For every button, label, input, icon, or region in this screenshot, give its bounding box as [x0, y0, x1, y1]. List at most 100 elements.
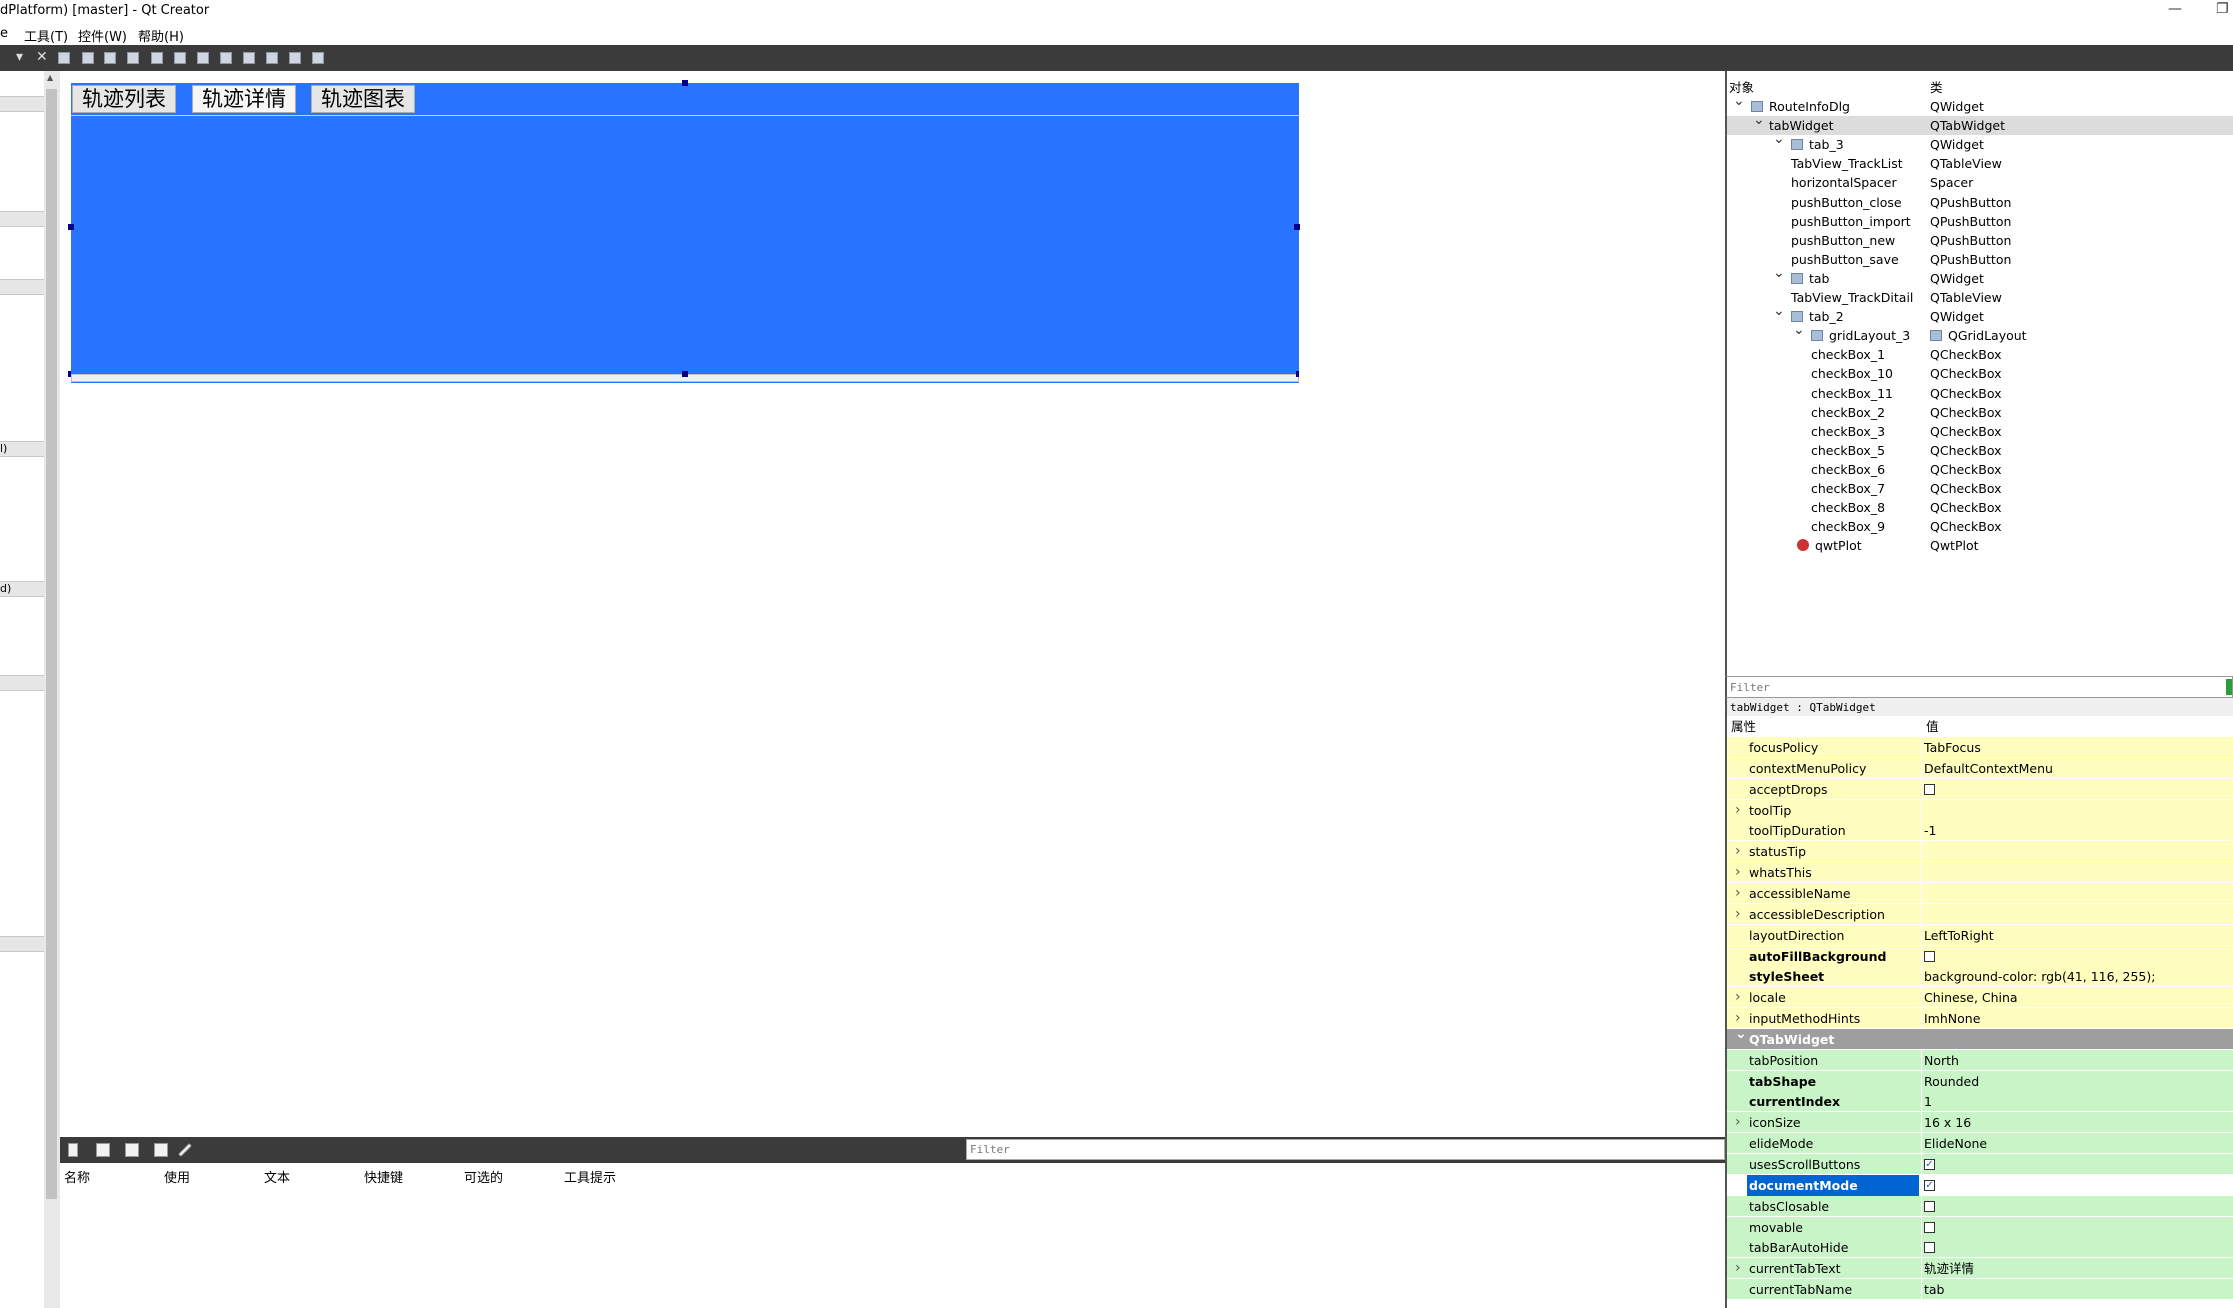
object-tree-row[interactable]: checkBox_7 QCheckBox	[1727, 479, 2233, 498]
property-row[interactable]: focusPolicy TabFocus	[1727, 737, 2233, 758]
property-row[interactable]: › accessibleDescription	[1727, 903, 2233, 925]
menu-item-help[interactable]: 帮助(H)	[138, 26, 184, 45]
menu-item-partial[interactable]: e	[0, 26, 8, 41]
object-tree-row[interactable]: qwtPlot QwtPlot	[1727, 536, 2233, 555]
layout-horizontal-icon[interactable]	[151, 52, 163, 64]
object-tree-row[interactable]: checkBox_5 QCheckBox	[1727, 441, 2233, 460]
chevron-down-icon[interactable]: ⌄	[1773, 130, 1785, 149]
settings-wrench-icon[interactable]	[177, 1142, 193, 1158]
property-value[interactable]: background-color: rgb(41, 116, 255);	[1924, 966, 2155, 987]
property-row[interactable]: tabBarAutoHide	[1727, 1237, 2233, 1259]
resize-handle[interactable]	[68, 224, 74, 230]
object-tree-row[interactable]: checkBox_6 QCheckBox	[1727, 460, 2233, 479]
property-value[interactable]: 16 x 16	[1924, 1112, 1971, 1133]
property-checkbox[interactable]	[1924, 783, 1935, 795]
chevron-right-icon[interactable]: ›	[1735, 862, 1741, 883]
break-layout-icon[interactable]	[289, 52, 301, 64]
scrollbar-thumb[interactable]	[46, 89, 57, 1199]
property-row[interactable]: currentIndex 1	[1727, 1091, 2233, 1113]
object-tree-row[interactable]: horizontalSpacer Spacer	[1727, 173, 2233, 192]
category-header[interactable]: d)	[0, 581, 44, 597]
tab-widget-body[interactable]	[71, 83, 1299, 383]
property-value[interactable]: ImhNone	[1924, 1008, 1980, 1029]
edit-widgets-icon[interactable]	[58, 52, 70, 64]
layout-vertical-icon[interactable]	[174, 52, 186, 64]
object-tree-row[interactable]: ⌄ tab QWidget	[1727, 265, 2233, 288]
category-header[interactable]	[0, 675, 44, 691]
column-header-used[interactable]: 使用	[164, 1167, 190, 1186]
property-row[interactable]: tabPosition North	[1727, 1049, 2233, 1071]
property-checkbox[interactable]	[1924, 1242, 1935, 1254]
chevron-right-icon[interactable]: ›	[1735, 904, 1741, 925]
property-row[interactable]: layoutDirection LeftToRight	[1727, 924, 2233, 946]
property-row[interactable]: tabsClosable	[1727, 1195, 2233, 1217]
category-header[interactable]: l)	[0, 441, 44, 457]
tab-track-chart[interactable]: 轨迹图表	[311, 85, 415, 113]
layout-grid-icon[interactable]	[243, 52, 255, 64]
property-value[interactable]: TabFocus	[1924, 737, 1981, 758]
dropdown-arrow-icon[interactable]: ▾	[16, 49, 23, 65]
property-row[interactable]: elideMode ElideNone	[1727, 1133, 2233, 1155]
layout-form-icon[interactable]	[266, 52, 278, 64]
menu-item-tools[interactable]: 工具(T)	[24, 26, 68, 45]
chevron-right-icon[interactable]: ›	[1735, 800, 1741, 821]
property-checkbox[interactable]	[1924, 950, 1935, 962]
object-tree-row[interactable]: checkBox_1 QCheckBox	[1727, 345, 2233, 364]
object-tree-row[interactable]: pushButton_close QPushButton	[1727, 193, 2233, 212]
resize-handle[interactable]	[1294, 224, 1300, 230]
object-tree-row[interactable]: checkBox_3 QCheckBox	[1727, 422, 2233, 441]
category-header[interactable]	[0, 211, 44, 227]
edit-signals-icon[interactable]	[82, 52, 94, 64]
edit-buddies-icon[interactable]	[104, 52, 116, 64]
property-row[interactable]: › locale Chinese, China	[1727, 987, 2233, 1009]
chevron-down-icon[interactable]: ⌄	[1753, 111, 1765, 130]
property-value[interactable]: DefaultContextMenu	[1924, 758, 2053, 779]
column-header-checkable[interactable]: 可选的	[464, 1167, 503, 1186]
property-value[interactable]: LeftToRight	[1924, 925, 1994, 946]
object-tree-row[interactable]: pushButton_import QPushButton	[1727, 212, 2233, 231]
property-row[interactable]: usesScrollButtons ✓	[1727, 1154, 2233, 1175]
property-value[interactable]: Chinese, China	[1924, 987, 2018, 1008]
action-filter-input[interactable]: Filter	[966, 1139, 1725, 1160]
property-row[interactable]: › accessibleName	[1727, 882, 2233, 904]
resize-handle[interactable]	[682, 371, 688, 377]
minimize-button[interactable]: —	[2168, 1, 2182, 17]
property-row[interactable]: toolTipDuration -1	[1727, 820, 2233, 842]
property-checkbox[interactable]	[1924, 1221, 1935, 1233]
resize-handle[interactable]	[682, 80, 688, 86]
close-icon[interactable]: ✕	[36, 49, 48, 65]
paste-action-icon[interactable]	[125, 1143, 139, 1157]
property-row[interactable]: autoFillBackground	[1727, 945, 2233, 967]
property-row[interactable]: movable	[1727, 1216, 2233, 1238]
property-row[interactable]: › statusTip	[1727, 841, 2233, 863]
column-header-value[interactable]: 值	[1926, 716, 1939, 737]
property-value[interactable]: 轨迹详情	[1924, 1258, 1974, 1279]
category-header[interactable]	[0, 279, 44, 295]
object-tree-row[interactable]: TabView_TrackList QTableView	[1727, 154, 2233, 173]
property-value[interactable]: -1	[1924, 820, 1936, 841]
resize-handle[interactable]	[68, 371, 71, 377]
chevron-down-icon[interactable]: ⌄	[1733, 92, 1745, 111]
property-row[interactable]: styleSheet background-color: rgb(41, 116,…	[1727, 966, 2233, 988]
copy-action-icon[interactable]	[96, 1143, 110, 1157]
widget-box-scrollbar[interactable]: ▲	[44, 71, 60, 1308]
chevron-right-icon[interactable]: ›	[1735, 987, 1741, 1008]
chevron-down-icon[interactable]: ⌄	[1773, 302, 1785, 321]
chevron-right-icon[interactable]: ›	[1735, 1258, 1741, 1279]
column-header-shortcut[interactable]: 快捷键	[364, 1167, 403, 1186]
property-row[interactable]: contextMenuPolicy DefaultContextMenu	[1727, 757, 2233, 779]
chevron-right-icon[interactable]: ›	[1735, 841, 1741, 862]
property-value[interactable]: 1	[1924, 1091, 1932, 1112]
property-checkbox[interactable]: ✓	[1924, 1159, 1935, 1170]
column-header-property[interactable]: 属性	[1731, 716, 1756, 737]
category-header[interactable]	[0, 96, 44, 112]
property-row[interactable]: › currentTabText 轨迹详情	[1727, 1258, 2233, 1280]
chevron-right-icon[interactable]: ›	[1735, 1112, 1741, 1133]
chevron-down-icon[interactable]: ⌄	[1773, 264, 1785, 283]
property-row[interactable]: acceptDrops	[1727, 778, 2233, 800]
object-tree-row[interactable]: ⌄ tabWidget QTabWidget	[1727, 112, 2233, 136]
property-value[interactable]: ElideNone	[1924, 1133, 1987, 1154]
column-header-name[interactable]: 名称	[64, 1167, 90, 1186]
category-header[interactable]	[0, 936, 44, 952]
property-checkbox[interactable]: ✓	[1924, 1179, 1935, 1191]
